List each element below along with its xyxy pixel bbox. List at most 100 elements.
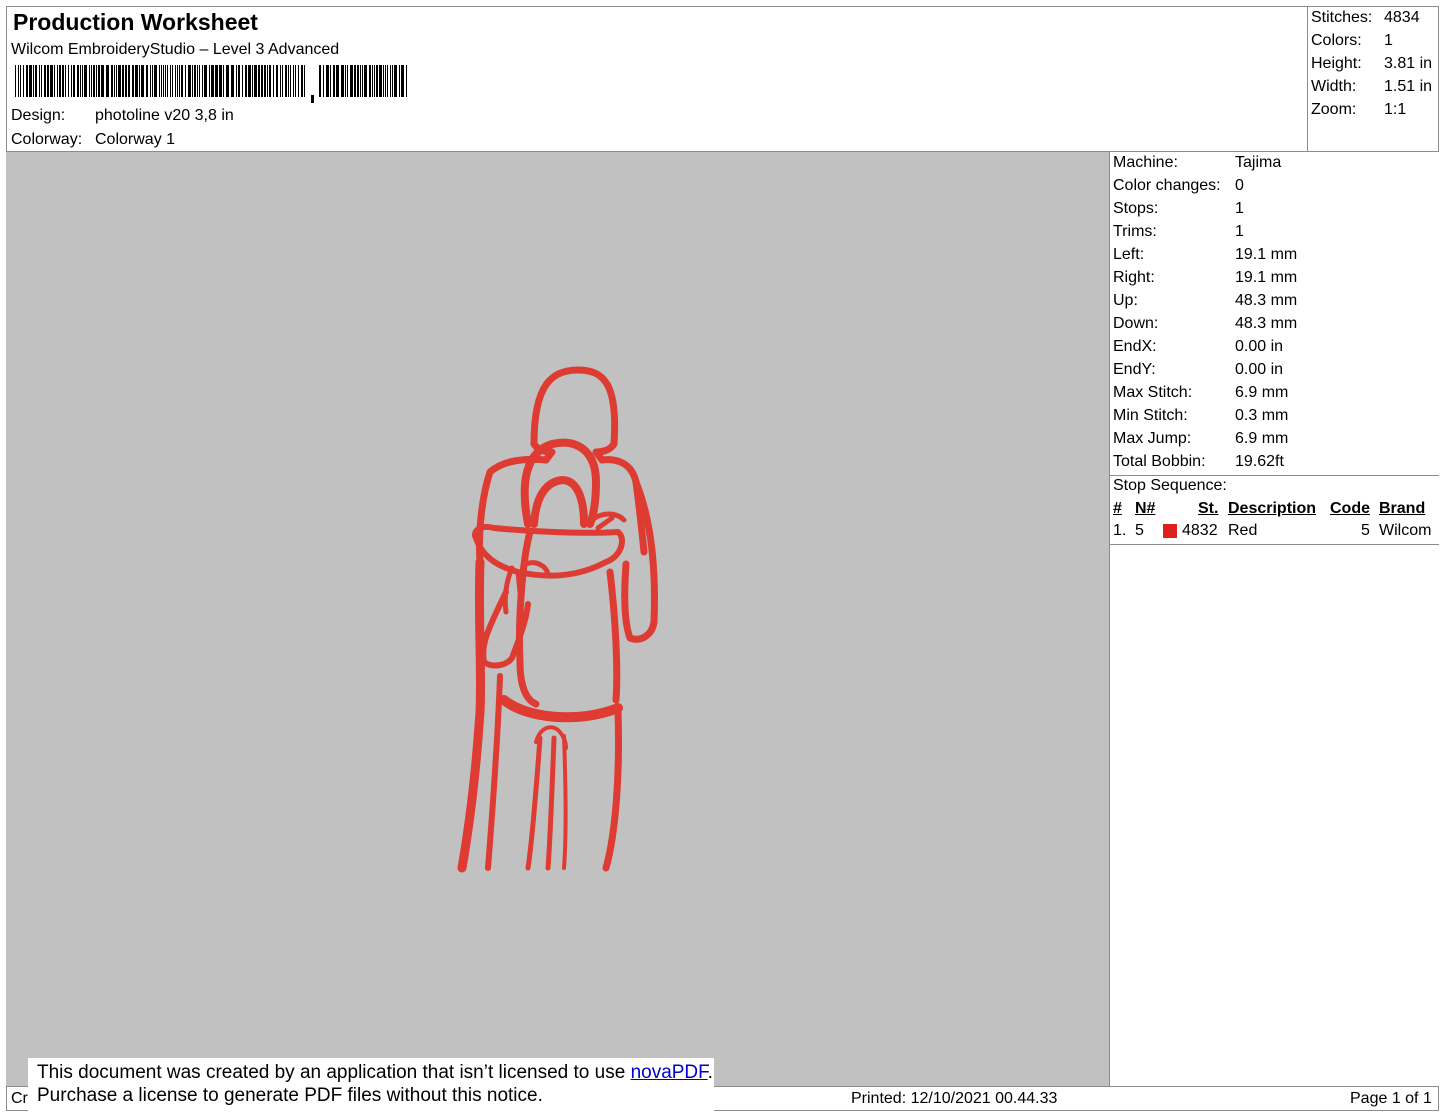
- barcode-bar: [390, 65, 391, 97]
- barcode-bar: [159, 65, 160, 97]
- barcode-bar: [118, 65, 121, 97]
- barcode-bar: [59, 65, 61, 97]
- stop-sequence-heading: Stop Sequence:: [1113, 477, 1227, 494]
- notice-line-1: This document was created by an applicat…: [37, 1062, 713, 1084]
- barcode-bar: [392, 65, 393, 97]
- design-label: Design:: [11, 107, 66, 124]
- col-brand: Brand: [1379, 500, 1426, 517]
- notice-line-1-text: This document was created by an applicat…: [37, 1062, 631, 1083]
- barcode-bar: [57, 65, 58, 97]
- barcode-bar: [161, 65, 162, 97]
- detail-value: 48.3 mm: [1235, 315, 1298, 332]
- barcode-bar: [84, 65, 87, 97]
- barcode-bar: [73, 65, 75, 97]
- barcode-bar: [288, 65, 289, 97]
- barcode-bar: [261, 65, 263, 97]
- sequence-separator: [1110, 544, 1439, 545]
- woman-hand: [589, 511, 627, 531]
- detail-value: 6.9 mm: [1235, 430, 1289, 447]
- detail-label: Total Bobbin:: [1113, 453, 1206, 470]
- row-index: 1.: [1113, 522, 1127, 539]
- woman-hair: [520, 438, 600, 528]
- barcode-bar: [188, 65, 191, 97]
- barcode-bar: [254, 65, 257, 97]
- man-left-leg-inner: [485, 673, 503, 871]
- barcode-bar: [139, 65, 140, 97]
- barcode-bar: [125, 65, 127, 97]
- barcode-bar: [197, 65, 198, 97]
- barcode-bar: [215, 65, 218, 97]
- barcode-bar: [372, 65, 373, 97]
- barcode-bar: [369, 65, 371, 97]
- software-name: Wilcom EmbroideryStudio – Level 3 Advanc…: [11, 41, 340, 58]
- detail-value: 48.3 mm: [1235, 292, 1298, 309]
- barcode-bar: [211, 65, 214, 97]
- license-notice: This document was created by an applicat…: [28, 1058, 714, 1114]
- stitches-value: 4834: [1384, 9, 1420, 26]
- barcode-bar: [93, 65, 95, 97]
- barcode-bar: [41, 65, 42, 97]
- barcode-bar: [202, 65, 203, 97]
- barcode-bar: [276, 65, 278, 97]
- stitches-label: Stitches:: [1311, 9, 1373, 26]
- detail-value: 19.62ft: [1235, 453, 1284, 470]
- man-right-leg: [602, 708, 622, 872]
- barcode-bar: [219, 65, 222, 97]
- barcode-bar: [374, 65, 375, 97]
- barcode-bar: [98, 65, 100, 97]
- height-value: 3.81 in: [1384, 55, 1433, 72]
- barcode-bar: [82, 65, 83, 97]
- barcode-bar: [357, 65, 359, 97]
- barcode-bar: [18, 65, 19, 97]
- barcode-bar: [362, 65, 363, 97]
- barcode-bar: [280, 65, 281, 97]
- barcode-bar: [258, 65, 260, 97]
- barcode-bar: [23, 65, 24, 97]
- strap-mid: [545, 735, 557, 871]
- barcode-bar: [248, 65, 251, 97]
- novapdf-link[interactable]: novaPDF: [631, 1062, 708, 1083]
- barcode-bar: [304, 65, 305, 97]
- barcode-bar: [295, 65, 296, 97]
- strap-right: [562, 734, 568, 870]
- barcode-bar: [62, 65, 64, 97]
- barcode-bar: [35, 65, 37, 97]
- col-index: #: [1113, 500, 1122, 517]
- detail-label: Right:: [1113, 269, 1155, 286]
- detail-value: 19.1 mm: [1235, 246, 1298, 263]
- barcode-bar: [170, 65, 171, 97]
- barcode-bar: [77, 65, 79, 97]
- row-description: Red: [1228, 522, 1258, 539]
- worksheet-header: Production Worksheet Wilcom EmbroiderySt…: [6, 6, 1439, 152]
- barcode-bar: [141, 65, 144, 97]
- detail-value: 0.00 in: [1235, 338, 1284, 355]
- barcode-bar: [326, 65, 329, 97]
- barcode-bar: [71, 65, 72, 97]
- barcode-bar: [285, 65, 287, 97]
- barcode-bar: [177, 65, 178, 97]
- barcode-bar: [132, 65, 134, 97]
- strap-left: [525, 735, 543, 871]
- design-value: photoline v20 3,8 in: [95, 107, 234, 124]
- barcode-bar: [385, 65, 386, 97]
- thread-color-swatch: [1163, 524, 1177, 538]
- barcode-bar: [128, 65, 130, 97]
- barcode-bar: [350, 65, 353, 97]
- detail-value: Tajima: [1235, 154, 1282, 171]
- barcode-bar: [116, 65, 117, 97]
- barcode-graphic: [15, 65, 407, 103]
- barcode-bar: [376, 65, 378, 97]
- barcode-bar: [360, 65, 361, 97]
- barcode-bar: [150, 65, 151, 97]
- barcode-bar: [252, 65, 253, 97]
- barcode-bar: [179, 65, 180, 97]
- barcode-bar: [185, 65, 186, 97]
- barcode-bar: [379, 65, 382, 97]
- detail-value: 1: [1235, 200, 1244, 217]
- colorway-value: Colorway 1: [95, 131, 176, 148]
- barcode-bar: [111, 65, 113, 97]
- barcode-bar: [91, 65, 92, 97]
- detail-label: Machine:: [1113, 154, 1178, 171]
- barcode-bar: [54, 65, 55, 97]
- col-needle: N#: [1135, 500, 1156, 517]
